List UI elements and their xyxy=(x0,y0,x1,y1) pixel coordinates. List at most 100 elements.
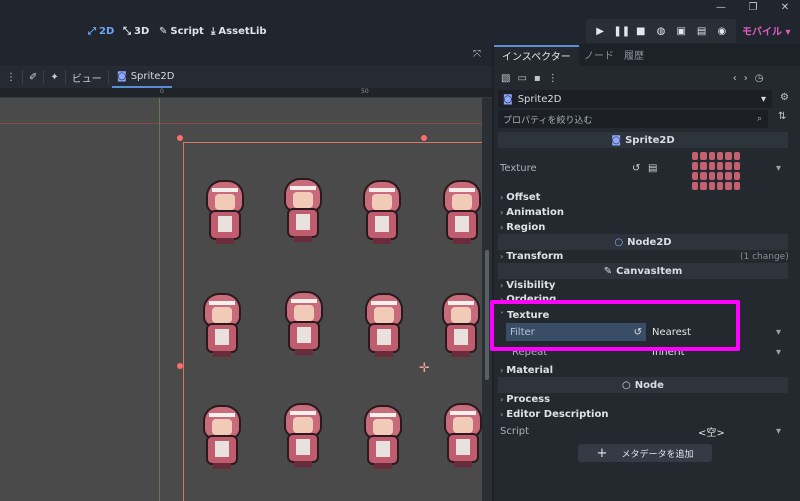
tab-inspector[interactable]: インスペクター xyxy=(494,45,579,67)
workspace-3d-label: 3D xyxy=(134,25,150,37)
open-folder-icon[interactable]: ▭ xyxy=(517,73,526,84)
texture-file-icon[interactable]: ▤ xyxy=(648,163,657,174)
group-offset-label: Offset xyxy=(506,192,541,203)
highlight-box xyxy=(490,300,740,351)
group-transform-label: Transform xyxy=(506,251,564,262)
add-metadata-button[interactable]: + メタデータを追加 xyxy=(578,444,712,462)
sprite2d-icon: ◙ xyxy=(611,134,622,146)
group-offset[interactable]: › Offset xyxy=(500,190,790,205)
pause-icon[interactable]: ❚❚ xyxy=(613,26,630,37)
workspace-3d-button[interactable]: ⤡ 3D xyxy=(123,23,149,39)
resize-handle[interactable] xyxy=(421,135,427,141)
prop-script-value[interactable]: <空> xyxy=(698,424,725,439)
sprite2d-menu-tab[interactable]: ◙ Sprite2D xyxy=(112,66,174,88)
history-back-icon[interactable]: ‹ xyxy=(733,73,737,84)
property-filter-placeholder: プロパティを絞り込む xyxy=(503,115,593,126)
editor-top-bar: — ❐ ✕ ⤢ 2D ⤡ 3D ✎ Script ⤓ AssetLib ▶ ❚❚ ■ ◍… xyxy=(0,0,800,44)
bone-icon[interactable]: ✐ xyxy=(23,72,43,83)
section-node2d-label: Node2D xyxy=(627,236,672,248)
ruler-tick-50: 50 xyxy=(361,88,369,95)
section-node-label: Node xyxy=(634,379,664,391)
chevron-down-icon: ▾ xyxy=(776,327,782,338)
chevron-down-icon: ▾ xyxy=(760,93,766,105)
close-button[interactable]: ✕ xyxy=(772,0,798,14)
script-icon: ✎ xyxy=(159,25,168,37)
save-icon[interactable]: ▪ xyxy=(534,73,541,84)
section-sprite2d-label: Sprite2D xyxy=(625,134,675,146)
resize-handle[interactable] xyxy=(177,135,183,141)
section-sprite2d: ◙ Sprite2D xyxy=(498,132,788,148)
history-forward-icon[interactable]: › xyxy=(744,73,748,84)
node-path-label: Sprite2D xyxy=(517,93,562,105)
canvas-viewport[interactable]: ✛ xyxy=(0,98,482,501)
node-icon: ○ xyxy=(622,379,631,391)
new-resource-icon[interactable]: ▧ xyxy=(501,73,510,84)
play-scene-icon[interactable]: ▣ xyxy=(674,26,688,37)
revert-icon[interactable]: ↺ xyxy=(632,163,640,174)
workspace-assetlib-label: AssetLib xyxy=(218,25,267,37)
workspace-assetlib-button[interactable]: ⤓ AssetLib xyxy=(211,23,267,39)
sprite2d-icon: ◙ xyxy=(117,70,127,82)
workspace-2d-button[interactable]: ⤢ 2D xyxy=(88,23,114,39)
add-metadata-label: メタデータを追加 xyxy=(621,449,694,460)
canvasitem-icon: ✎ xyxy=(603,265,613,277)
prop-texture: Texture ↺ ▤ ▾ xyxy=(500,161,790,176)
ruler-tick-0: 0 xyxy=(160,88,164,95)
chevron-down-icon: ▾ xyxy=(785,27,791,38)
property-filter-input[interactable]: プロパティを絞り込む ⌕ xyxy=(498,110,768,128)
chevron-down-icon[interactable]: ▾ xyxy=(776,163,781,174)
section-node2d: ○ Node2D xyxy=(498,234,788,250)
object-history-icon[interactable]: ◷ xyxy=(755,73,764,84)
particles-icon[interactable]: ✦ xyxy=(44,72,64,83)
tab-history[interactable]: 履歴 xyxy=(624,47,644,62)
inspector-toolbar: ▧ ▭ ▪ ⋮ ‹ › ◷ xyxy=(494,68,800,88)
snap-icon[interactable]: ⋮ xyxy=(0,72,22,83)
3d-icon: ⤡ xyxy=(123,25,131,37)
viewport-tab-strip: ⤧ xyxy=(0,44,492,66)
texture-thumbnail[interactable] xyxy=(692,152,740,190)
node-path-selector[interactable]: ◙ Sprite2D ▾ xyxy=(498,90,772,108)
group-material[interactable]: › Material xyxy=(500,363,790,378)
group-region[interactable]: › Region xyxy=(500,220,790,235)
sprite-frame-character xyxy=(280,180,326,242)
tab-node[interactable]: ノード xyxy=(584,47,614,62)
workspace-script-button[interactable]: ✎ Script xyxy=(159,23,204,39)
chevron-down-icon[interactable]: ▾ xyxy=(776,426,781,437)
movie-maker-icon[interactable]: ◉ xyxy=(715,26,729,37)
group-process[interactable]: › Process xyxy=(500,392,790,407)
node2d-icon: ○ xyxy=(614,236,624,248)
maximize-button[interactable]: ❐ xyxy=(740,0,766,14)
section-canvasitem-label: CanvasItem xyxy=(616,265,683,277)
group-editor-description[interactable]: › Editor Description xyxy=(500,407,790,422)
filter-settings-icon[interactable]: ⇅ xyxy=(778,111,786,122)
sprite-frame-character xyxy=(281,293,327,355)
group-region-label: Region xyxy=(506,222,546,233)
sprite-frame-character xyxy=(199,407,245,469)
sprite-frame-character xyxy=(280,405,326,467)
group-material-label: Material xyxy=(506,365,554,376)
renderer-dropdown[interactable]: モバイル ▾ xyxy=(742,23,791,38)
resize-handle[interactable] xyxy=(177,363,183,369)
pivot-crosshair-icon[interactable]: ✛ xyxy=(419,361,430,376)
more-icon[interactable]: ⋮ xyxy=(548,73,558,84)
distraction-free-icon[interactable]: ⤧ xyxy=(473,49,481,60)
workspace-2d-label: 2D xyxy=(99,25,115,37)
minimize-button[interactable]: — xyxy=(708,0,734,14)
tools-icon[interactable]: ⚙ xyxy=(780,92,789,103)
sprite-frame-character xyxy=(440,405,482,467)
renderer-label: モバイル xyxy=(742,27,782,38)
group-visibility[interactable]: › Visibility xyxy=(500,278,790,293)
viewport-scrollbar-thumb[interactable] xyxy=(485,250,489,380)
group-animation[interactable]: › Animation xyxy=(500,205,790,220)
play-custom-scene-icon[interactable]: ▤ xyxy=(695,26,709,37)
sprite-frame-character xyxy=(199,295,245,357)
remote-debug-icon[interactable]: ◍ xyxy=(654,26,668,37)
inspector-dock: インスペクター ノード 履歴 ▧ ▭ ▪ ⋮ ‹ › ◷ ◙ Sprite2D … xyxy=(494,44,800,501)
section-canvasitem: ✎ CanvasItem xyxy=(498,263,788,279)
view-menu[interactable]: ビュー xyxy=(66,70,108,85)
stop-icon[interactable]: ■ xyxy=(634,26,648,37)
sprite-frame-character xyxy=(439,182,482,244)
play-icon[interactable]: ▶ xyxy=(593,26,607,37)
group-transform[interactable]: › Transform (1 change) xyxy=(500,249,790,264)
plus-icon: + xyxy=(596,445,608,461)
